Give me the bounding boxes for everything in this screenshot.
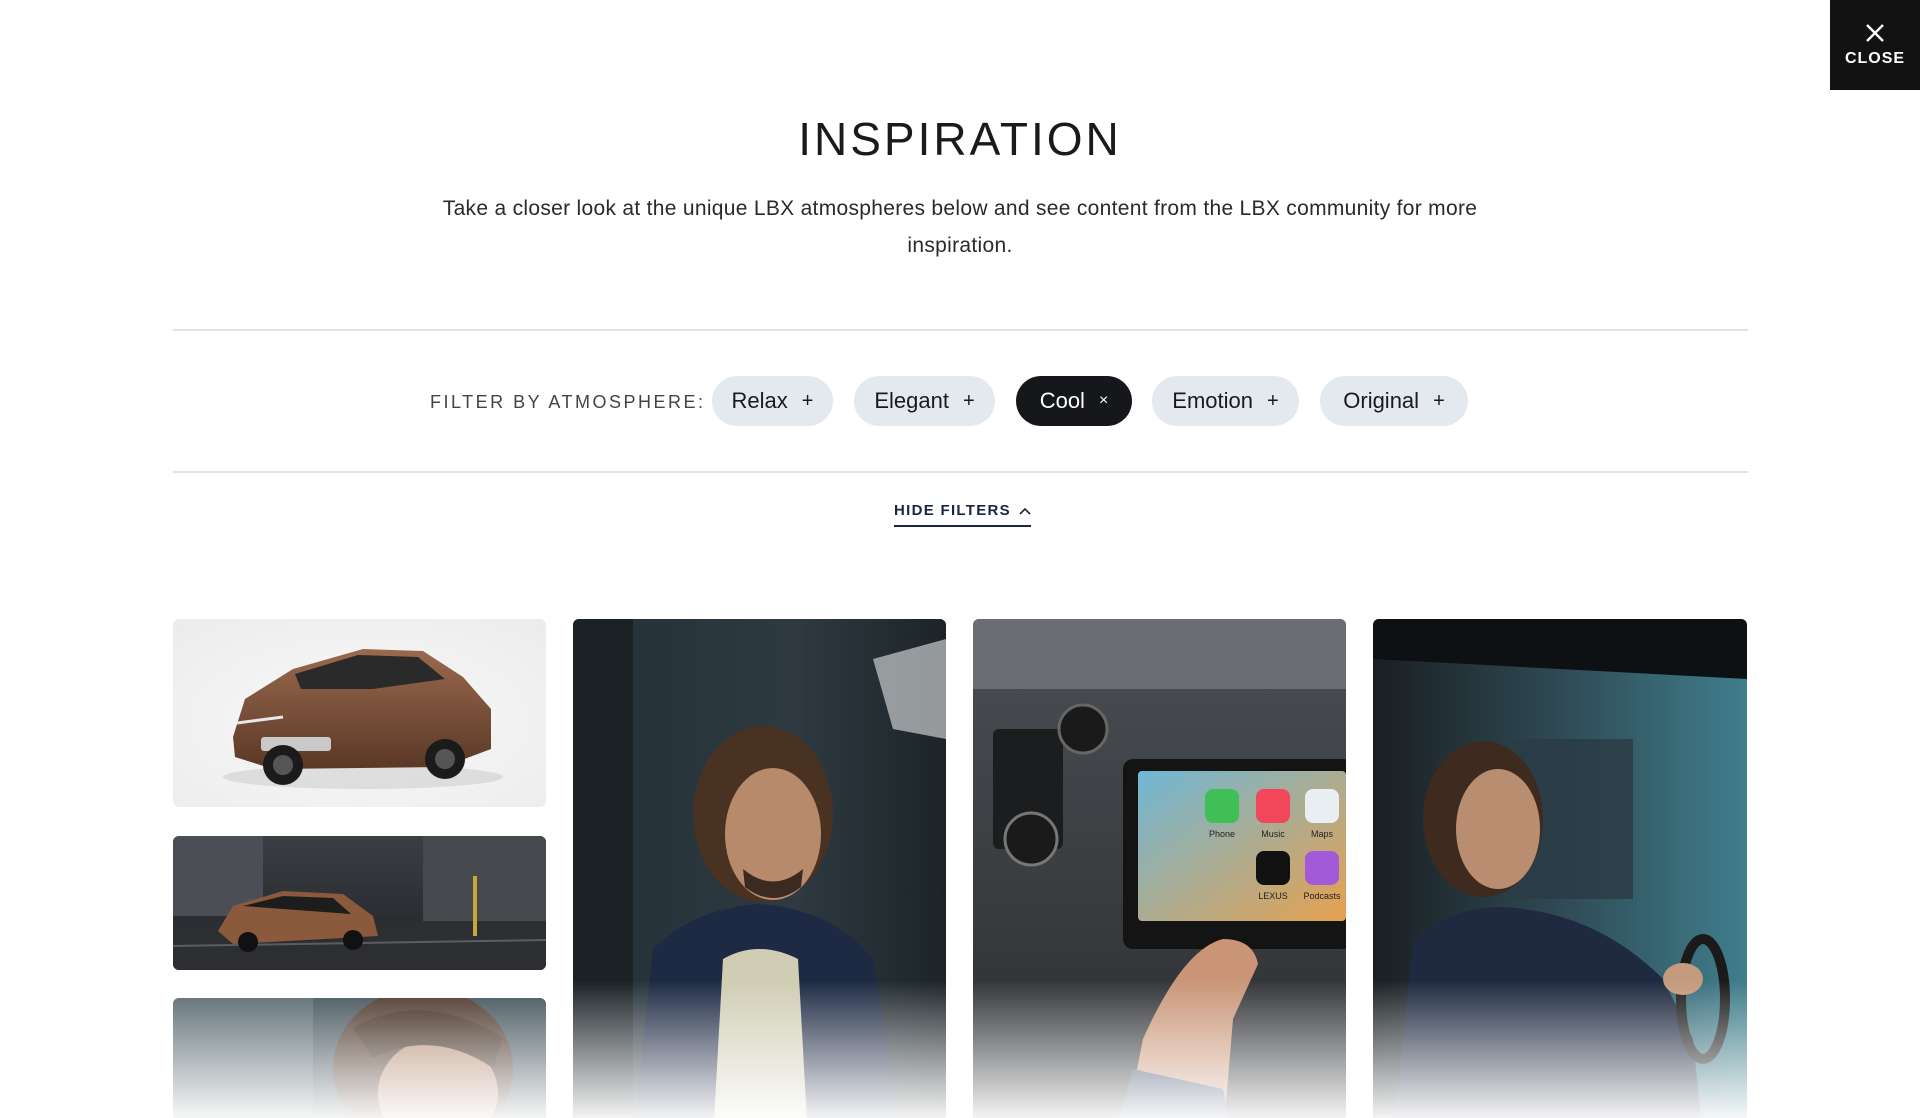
page-subtitle: Take a closer look at the unique LBX atm… <box>442 197 1478 257</box>
car-studio-image <box>173 619 546 807</box>
close-icon <box>1866 24 1884 42</box>
filter-chip-label: Original <box>1343 388 1420 413</box>
filter-chip-label: Emotion <box>1172 388 1254 413</box>
hide-filters-button[interactable]: HIDE FILTERS <box>894 502 1031 527</box>
app-label-phone: Phone <box>1209 829 1235 839</box>
man-jacket-image <box>573 619 946 1118</box>
top-divider <box>173 329 1748 331</box>
filter-bar: FILTER BY ATMOSPHERE: Relax + Elegant + … <box>0 376 1920 428</box>
filter-chip-emotion[interactable]: Emotion + <box>1152 376 1299 426</box>
infotainment-image: Phone Music Maps LEXUS Podcasts <box>973 619 1346 1118</box>
remove-icon: × <box>1098 392 1109 409</box>
gallery-tile-driver[interactable] <box>1373 619 1747 1118</box>
filter-chip-label: Elegant <box>874 388 949 413</box>
gallery-tile-infotainment[interactable]: Phone Music Maps LEXUS Podcasts <box>973 619 1346 1118</box>
app-label-music: Music <box>1261 829 1285 839</box>
bottom-divider <box>173 471 1748 473</box>
app-label-maps: Maps <box>1311 829 1334 839</box>
gallery-tile-man-jacket[interactable] <box>573 619 946 1118</box>
page-title: INSPIRATION <box>798 113 1122 165</box>
close-label: CLOSE <box>1844 50 1906 67</box>
plus-icon: + <box>1433 389 1445 412</box>
gallery-tile-car-street[interactable] <box>173 836 546 970</box>
hide-filters-label: HIDE FILTERS <box>894 502 1011 519</box>
filter-chip-relax[interactable]: Relax + <box>712 376 833 426</box>
filter-chip-label: Relax <box>731 388 788 413</box>
filter-label: FILTER BY ATMOSPHERE: <box>430 392 706 412</box>
app-label-lexus: LEXUS <box>1258 891 1288 901</box>
chevron-up-icon <box>1019 507 1031 515</box>
filter-chip-elegant[interactable]: Elegant + <box>854 376 995 426</box>
plus-icon: + <box>1267 389 1279 412</box>
plus-icon: + <box>801 389 814 412</box>
close-button[interactable]: CLOSE <box>1830 0 1920 90</box>
car-street-image <box>173 836 546 970</box>
gallery-tile-man-portrait[interactable] <box>173 998 546 1118</box>
filter-chip-original[interactable]: Original + <box>1320 376 1468 426</box>
gallery-tile-car-studio[interactable] <box>173 619 546 807</box>
app-label-podcasts: Podcasts <box>1303 891 1341 901</box>
filter-chip-label: Cool <box>1039 388 1085 413</box>
driver-image <box>1373 619 1747 1118</box>
plus-icon: + <box>962 389 975 412</box>
filter-chip-cool[interactable]: Cool × <box>1016 376 1132 426</box>
inspiration-modal: CLOSE INSPIRATION Take a closer look at … <box>0 0 1920 1118</box>
man-portrait-image <box>173 998 546 1118</box>
